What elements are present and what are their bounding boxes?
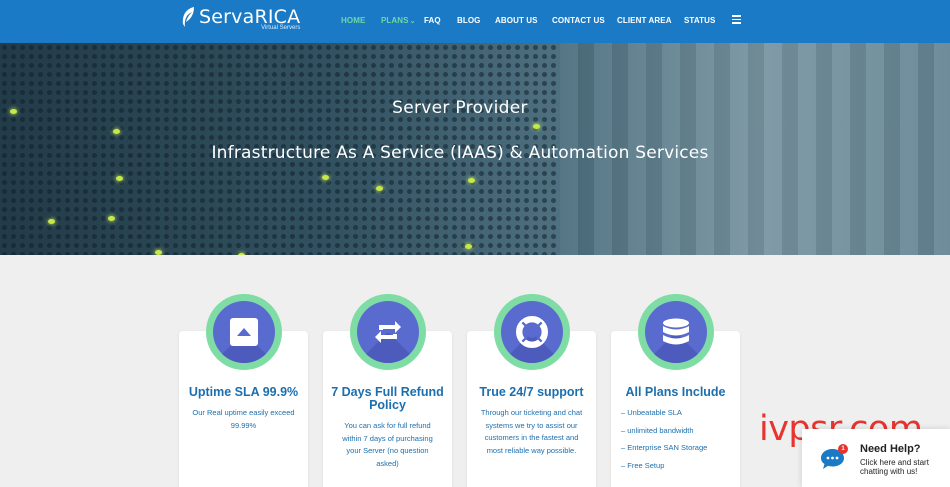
main-menu: HOME PLANS⌄ FAQ BLOG ABOUT US CONTACT US… <box>0 16 950 28</box>
card-title: True 24/7 support <box>479 385 584 399</box>
server-led <box>322 175 329 180</box>
server-led <box>155 250 162 255</box>
arrow-up-square-icon <box>230 318 258 346</box>
card-text-line: within 7 days of purchasing <box>342 433 433 443</box>
server-led <box>465 244 472 249</box>
notification-badge: 1 <box>838 444 848 454</box>
chat-line: chatting with us! <box>860 467 918 476</box>
lifebuoy-icon <box>516 316 548 348</box>
card-text-line: asked) <box>376 458 399 468</box>
feature-icon-plans <box>638 294 714 370</box>
feature-icon-refund <box>350 294 426 370</box>
hero-title: Server Provider <box>392 98 528 118</box>
card-text-line: customers in the fastest and <box>484 433 579 442</box>
chat-line: Click here and start <box>860 458 929 467</box>
card-text: Through our ticketing and chat systems w… <box>467 407 596 457</box>
card-text: You can ask for full refund within 7 day… <box>323 420 452 470</box>
card-title: Uptime SLA 99.9% <box>188 385 299 399</box>
top-nav: ServaRICA Virtual Servers HOME PLANS⌄ FA… <box>0 0 950 43</box>
card-text-line: 99.99% <box>230 420 257 430</box>
card-text: Our Real uptime easily exceed 99.99% <box>179 407 308 432</box>
list-item: – Unbeatable SLA <box>621 408 682 417</box>
nav-blog[interactable]: BLOG <box>457 16 481 25</box>
nav-plans[interactable]: PLANS⌄ <box>381 16 416 25</box>
server-led <box>468 178 475 183</box>
nav-status[interactable]: STATUS <box>684 16 715 25</box>
nav-about-us[interactable]: ABOUT US <box>495 16 538 25</box>
feature-icon-support <box>494 294 570 370</box>
card-text-line: systems we try to assist our <box>485 420 578 430</box>
nav-home[interactable]: HOME <box>341 16 365 25</box>
list-item: – Enterprise SAN Storage <box>621 443 708 452</box>
database-icon <box>663 318 689 345</box>
server-led <box>48 219 55 224</box>
server-led <box>113 129 120 134</box>
server-led <box>116 176 123 181</box>
card-text-line: You can ask for full refund <box>344 421 431 430</box>
chevron-down-icon: ⌄ <box>409 18 416 25</box>
card-text-line: Through our ticketing and chat <box>480 408 583 417</box>
feature-icon-uptime <box>206 294 282 370</box>
plan-features-list: – Unbeatable SLA – unlimited bandwidth –… <box>621 408 707 478</box>
nav-contact-us[interactable]: CONTACT US <box>552 16 605 25</box>
refresh-arrows-icon <box>375 321 401 343</box>
nav-plans-label: PLANS <box>381 16 409 25</box>
server-led <box>108 216 115 221</box>
card-title-line: Policy <box>369 398 406 412</box>
nav-faq[interactable]: FAQ <box>424 16 441 25</box>
nav-client-area[interactable]: CLIENT AREA <box>617 16 672 25</box>
server-led <box>376 186 383 191</box>
list-item: – unlimited bandwidth <box>621 425 694 435</box>
card-title: 7 Days Full Refund Policy <box>323 386 452 412</box>
server-led <box>533 124 540 129</box>
list-item: – Free Setup <box>621 460 665 470</box>
chat-widget[interactable]: 1 Need Help? Click here and start chatti… <box>802 429 950 487</box>
hamburger-menu-icon[interactable] <box>732 15 741 24</box>
card-text-line: Our Real uptime easily exceed <box>192 408 295 417</box>
card-title: All Plans Include <box>625 385 726 399</box>
card-text-line: most reliable way possible. <box>486 445 577 455</box>
hero-subtitle: Infrastructure As A Service (IAAS) & Aut… <box>211 143 709 163</box>
card-text-line: your Server (no question <box>346 446 429 455</box>
chat-title: Need Help? <box>860 443 921 455</box>
server-led <box>238 253 245 255</box>
